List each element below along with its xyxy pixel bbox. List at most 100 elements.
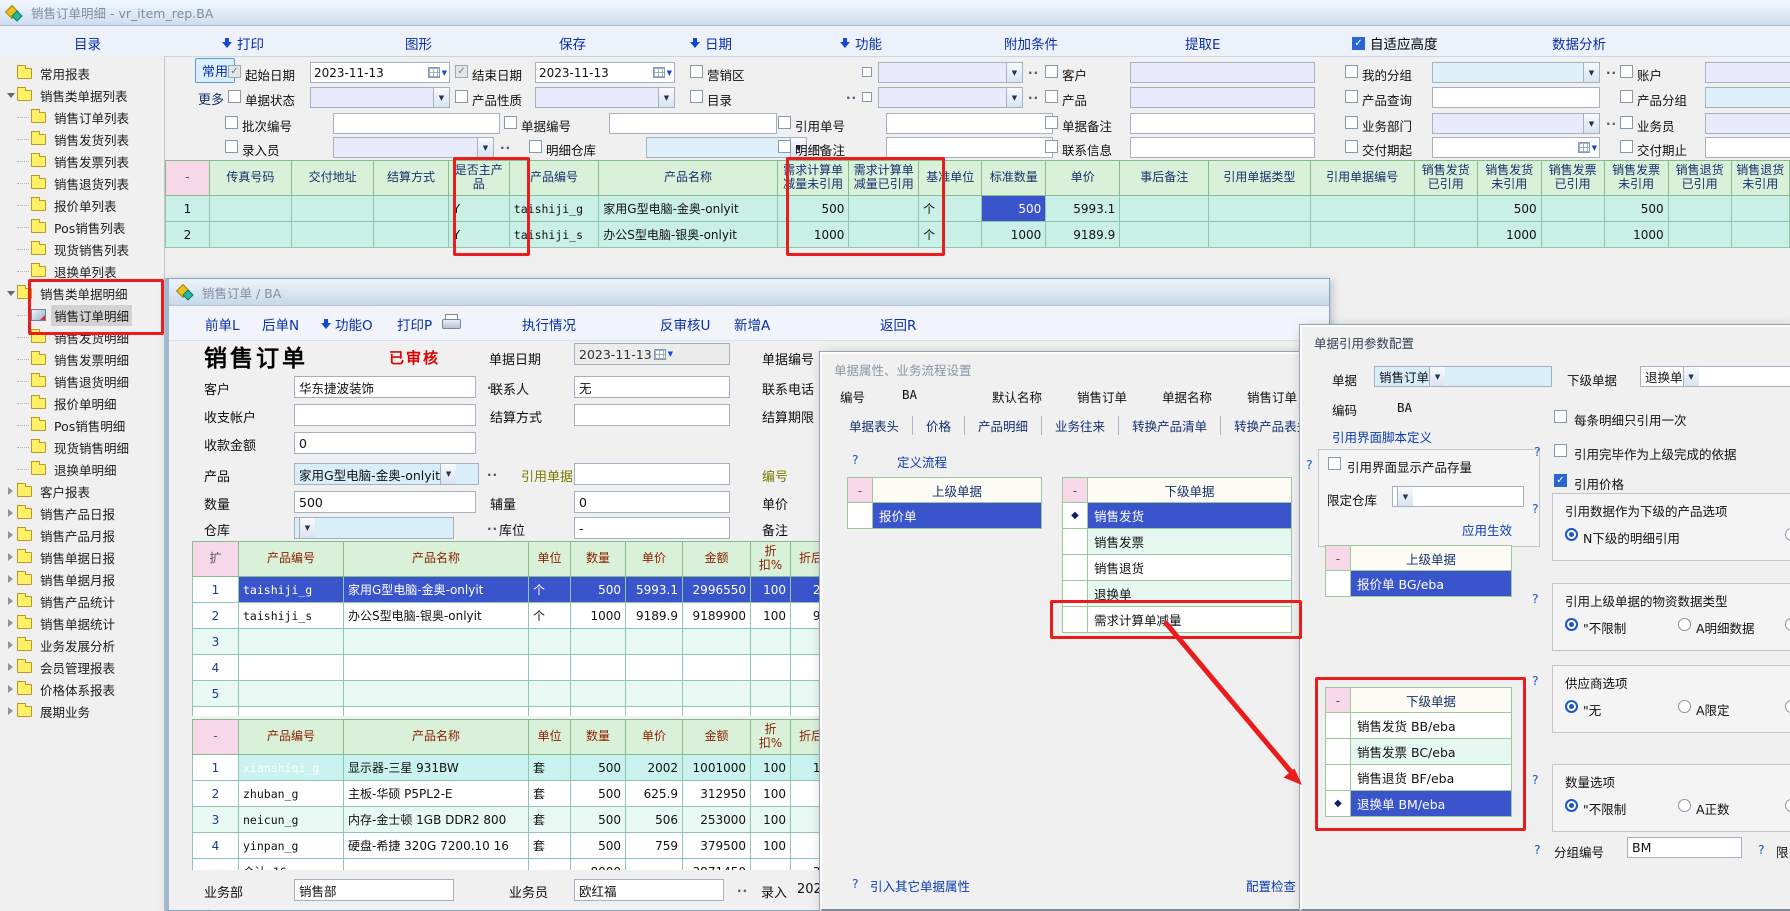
grid-cell[interactable] — [1209, 222, 1310, 248]
filter-checkbox[interactable] — [1045, 65, 1058, 78]
column-header[interactable]: 产品编号 — [239, 720, 344, 755]
menu-2[interactable]: 打印 — [222, 33, 264, 53]
sidebar-item[interactable]: 现货销售明细 — [0, 436, 164, 458]
filter-input[interactable] — [1705, 113, 1790, 134]
tree-toggle[interactable] — [4, 685, 17, 693]
grid-cell[interactable] — [626, 859, 683, 871]
form-field[interactable]: 无 — [574, 376, 730, 398]
form-field[interactable]: - — [574, 517, 730, 539]
grid-cell[interactable]: 8000 — [571, 859, 626, 871]
grid-cell[interactable]: taishiji_g — [509, 196, 599, 222]
grid-cell[interactable]: 100 — [751, 807, 791, 833]
sidebar-item[interactable]: 销售退货列表 — [0, 172, 164, 194]
mini-table-cell[interactable]: 退换单 BM/eba — [1351, 791, 1512, 817]
radio-button[interactable] — [1565, 618, 1578, 631]
mini-table-cell[interactable]: 销售发票 BC/eba — [1351, 739, 1512, 765]
menu-3[interactable]: 图形 — [405, 33, 432, 53]
grid-cell[interactable] — [239, 707, 344, 717]
ref-complete-checkbox[interactable] — [1554, 444, 1567, 457]
grid-cell[interactable]: 显示器-三星 931BW — [344, 755, 529, 781]
filter-input[interactable] — [1705, 137, 1790, 158]
column-header[interactable]: 需求计算单减量未引用 — [777, 161, 849, 196]
chevron-down-icon[interactable] — [440, 464, 456, 484]
more-link[interactable]: 更多 — [198, 89, 224, 108]
grid-cell[interactable] — [529, 681, 571, 707]
grid-cell[interactable]: 4 — [193, 833, 239, 859]
ellipsis-button[interactable] — [487, 519, 498, 533]
grid-cell[interactable] — [374, 196, 449, 222]
ellipsis-button[interactable] — [500, 138, 511, 152]
column-header[interactable]: 引用单据类型 — [1209, 161, 1310, 196]
toolbar-3[interactable]: 功能O — [321, 314, 373, 334]
sidebar-item[interactable]: 销售类单据列表 — [0, 84, 164, 106]
column-header[interactable]: 金额 — [683, 542, 751, 577]
grid-cell[interactable]: 1000 — [1477, 222, 1541, 248]
column-header[interactable]: 销售退货已引用 — [1668, 161, 1731, 196]
tree-toggle[interactable] — [4, 487, 17, 495]
grid-cell[interactable] — [751, 681, 791, 707]
grid-cell[interactable]: 办公S型电脑-银奥-onlyit — [344, 603, 529, 629]
tree-toggle[interactable] — [4, 291, 17, 296]
sidebar-item[interactable]: 销售发货明细 — [0, 326, 164, 348]
sidebar-item[interactable]: 销售订单明细 — [0, 304, 164, 326]
filter-checkbox[interactable] — [225, 140, 238, 153]
grid-cell[interactable]: 1000 — [571, 603, 626, 629]
grid-cell[interactable] — [751, 859, 791, 871]
doc-select[interactable]: 销售订单 — [1374, 366, 1552, 387]
form-field[interactable]: 0 — [294, 432, 476, 454]
tab-3[interactable]: 产品明细 — [965, 416, 1042, 435]
menu-data-analysis[interactable]: 数据分析 — [1552, 33, 1606, 53]
grid-cell[interactable] — [1414, 222, 1477, 248]
grid-cell[interactable] — [239, 629, 344, 655]
filter-input[interactable] — [333, 113, 500, 134]
grid-cell[interactable] — [344, 629, 529, 655]
filter-checkbox[interactable] — [228, 90, 241, 103]
grid-cell[interactable]: taishiji_g — [239, 577, 344, 603]
mini-table-row[interactable]: 销售发票 BC/eba — [1325, 739, 1512, 765]
radio-button[interactable] — [1678, 700, 1691, 713]
sidebar-item[interactable]: 销售产品日报 — [0, 502, 164, 524]
column-header[interactable]: 扩 — [193, 542, 239, 577]
ref-once-checkbox[interactable] — [1554, 410, 1567, 423]
radio-button[interactable] — [1785, 528, 1790, 541]
grid-cell[interactable] — [751, 629, 791, 655]
grid-cell[interactable] — [571, 681, 626, 707]
tree-toggle[interactable] — [4, 509, 17, 517]
column-header[interactable]: 产品名称 — [599, 161, 778, 196]
grid-cell[interactable] — [529, 655, 571, 681]
grid-cell[interactable]: 759 — [626, 833, 683, 859]
form-field[interactable] — [574, 404, 730, 426]
help-icon[interactable] — [1532, 591, 1539, 606]
grid-cell[interactable] — [1541, 222, 1604, 248]
sidebar-item[interactable]: Pos销售列表 — [0, 216, 164, 238]
form-field[interactable] — [574, 463, 730, 485]
child-doc-select[interactable]: 退换单 — [1640, 366, 1790, 387]
grid-cell[interactable]: 2 — [193, 603, 239, 629]
grid-cell[interactable]: 100 — [751, 833, 791, 859]
collapse-icon[interactable]: - — [1325, 687, 1351, 713]
grid-cell[interactable]: 500 — [1604, 196, 1668, 222]
grid-cell[interactable] — [344, 681, 529, 707]
column-header[interactable]: 结算方式 — [374, 161, 449, 196]
grid-cell[interactable] — [1731, 222, 1789, 248]
sidebar-item[interactable]: 销售单据月报 — [0, 568, 164, 590]
grid-cell[interactable]: zhuban_g — [239, 781, 344, 807]
grid-cell[interactable]: 500 — [571, 833, 626, 859]
grid-cell[interactable]: 1000 — [1604, 222, 1668, 248]
grid-cell[interactable] — [571, 707, 626, 717]
ellipsis-button[interactable] — [1606, 114, 1617, 128]
tree-toggle[interactable] — [4, 575, 17, 583]
grid-cell[interactable]: 1001000 — [683, 755, 751, 781]
printer-button[interactable] — [442, 314, 461, 329]
warehouse-select[interactable] — [1392, 486, 1524, 507]
grid-cell[interactable]: 1 — [193, 577, 239, 603]
sidebar-item[interactable]: 报价单明细 — [0, 392, 164, 414]
radio-button[interactable] — [1678, 618, 1691, 631]
grid-cell[interactable] — [751, 655, 791, 681]
form-field[interactable]: 华东捷波装饰 — [294, 376, 476, 398]
filter-checkbox[interactable] — [778, 140, 791, 153]
help-icon[interactable] — [1532, 501, 1539, 516]
filter-checkbox[interactable] — [778, 116, 791, 129]
autofit-checkbox[interactable] — [1352, 37, 1365, 50]
grid-cell[interactable]: 379500 — [683, 833, 751, 859]
